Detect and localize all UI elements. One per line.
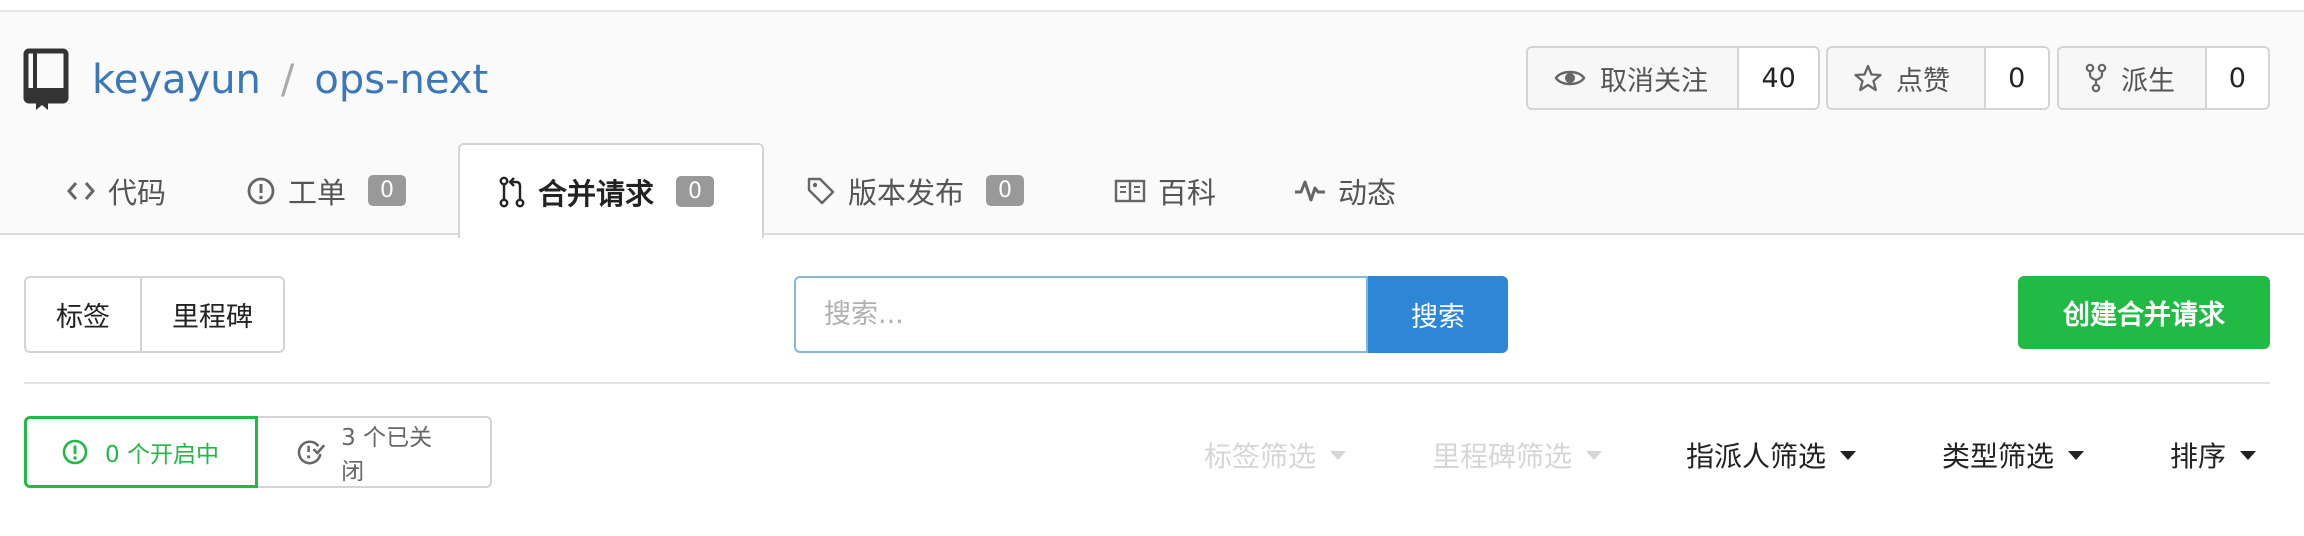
code-icon [67, 181, 95, 200]
star-count[interactable]: 0 [1983, 48, 2048, 108]
releases-count-badge: 0 [986, 175, 1025, 206]
state-toggle: 0 个开启中 3 个已关闭 [24, 416, 492, 488]
issue-icon [247, 177, 275, 204]
divider [24, 382, 2270, 384]
search-input[interactable] [794, 276, 1368, 353]
labels-button[interactable]: 标签 [26, 278, 140, 351]
unwatch-button[interactable]: 取消关注 [1528, 48, 1737, 108]
repo-separator: / [280, 57, 295, 103]
top-border [0, 0, 2304, 12]
pulse-icon [1295, 180, 1325, 201]
caret-down-icon [2240, 450, 2257, 460]
star-group: 点赞 0 [1826, 46, 2050, 110]
pull-requests-count-badge: 0 [676, 176, 715, 207]
fork-button[interactable]: 派生 [2059, 48, 2205, 108]
fork-count[interactable]: 0 [2204, 48, 2268, 108]
tab-wiki-label: 百科 [1158, 175, 1217, 210]
tab-pull-requests-label: 合并请求 [538, 176, 655, 211]
tab-issues[interactable]: 工单 0 [246, 144, 407, 237]
book-icon [1114, 179, 1146, 202]
closed-filter-button[interactable]: 3 个已关闭 [258, 416, 492, 488]
repo-owner-link[interactable]: keyayun [92, 57, 261, 103]
repo-book-icon [22, 48, 70, 112]
issues-count-badge: 0 [368, 175, 407, 206]
tab-code[interactable]: 代码 [66, 144, 166, 237]
closed-count-label: 3 个已关闭 [341, 425, 433, 485]
tab-activity-label: 动态 [1338, 175, 1397, 210]
milestone-filter-label: 里程碑筛选 [1432, 440, 1573, 473]
watch-count[interactable]: 40 [1737, 48, 1818, 108]
issue-closed-icon [297, 440, 326, 465]
star-label: 点赞 [1896, 65, 1950, 97]
label-milestone-segment: 标签 里程碑 [24, 276, 285, 353]
type-filter-label: 类型筛选 [1942, 440, 2055, 473]
milestone-filter-dropdown: 里程碑筛选 [1432, 430, 1603, 480]
milestones-button[interactable]: 里程碑 [140, 278, 283, 351]
tab-issues-label: 工单 [288, 175, 347, 210]
tab-pull-requests[interactable]: 合并请求 0 [458, 143, 764, 238]
create-pull-request-button[interactable]: 创建合并请求 [2018, 276, 2270, 349]
open-count-label: 0 个开启中 [105, 442, 219, 468]
repo-title: keyayun / ops-next [22, 40, 488, 120]
type-filter-dropdown[interactable]: 类型筛选 [1942, 430, 2085, 480]
star-icon [1854, 64, 1882, 92]
label-filter-label: 标签筛选 [1204, 440, 1317, 473]
repo-name-link[interactable]: ops-next [314, 57, 488, 103]
tab-code-label: 代码 [108, 175, 167, 210]
star-button[interactable]: 点赞 [1828, 48, 1984, 108]
tab-wiki[interactable]: 百科 [1114, 144, 1216, 237]
caret-down-icon [1586, 450, 1603, 460]
fork-icon [2085, 63, 2107, 93]
open-filter-button[interactable]: 0 个开启中 [24, 416, 258, 488]
fork-group: 派生 0 [2057, 46, 2270, 110]
caret-down-icon [1840, 450, 1857, 460]
eye-icon [1554, 70, 1586, 86]
sort-dropdown[interactable]: 排序 [2170, 430, 2257, 480]
watch-group: 取消关注 40 [1526, 46, 1820, 110]
unwatch-label: 取消关注 [1600, 65, 1708, 97]
sort-label: 排序 [2170, 440, 2227, 473]
tab-activity[interactable]: 动态 [1294, 144, 1396, 237]
tab-releases[interactable]: 版本发布 0 [806, 144, 1025, 237]
caret-down-icon [2068, 450, 2085, 460]
pull-request-icon [499, 176, 525, 207]
assignee-filter-dropdown[interactable]: 指派人筛选 [1686, 430, 1857, 480]
assignee-filter-label: 指派人筛选 [1686, 440, 1827, 473]
tab-releases-label: 版本发布 [848, 175, 965, 210]
tag-icon [807, 177, 835, 204]
fork-label: 派生 [2121, 65, 2175, 97]
caret-down-icon [1330, 450, 1347, 460]
search-button[interactable]: 搜索 [1368, 276, 1508, 353]
label-filter-dropdown: 标签筛选 [1204, 430, 1347, 480]
issue-open-icon [62, 439, 88, 465]
